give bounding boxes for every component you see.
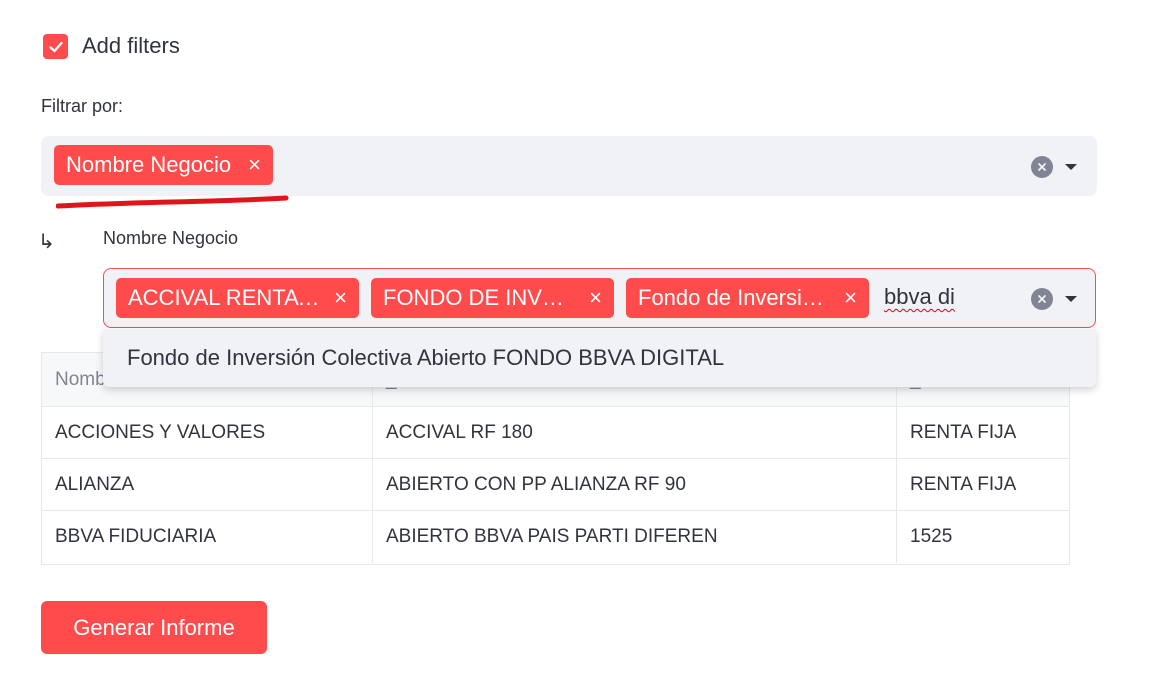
add-filters-checkbox[interactable]	[43, 34, 68, 59]
filter-by-label: Filtrar por:	[41, 96, 124, 116]
table-cell: BBVA FIDUCIARIA	[42, 511, 373, 563]
sub-filter-label: Nombre Negocio	[103, 228, 239, 248]
table-cell: 1525	[910, 526, 953, 547]
tag-label: Fondo de Inversi…	[638, 285, 824, 310]
tag-fondo-de-inve[interactable]: FONDO DE INVE… ×	[371, 278, 614, 318]
table-cell: ABIERTO CON PP ALIANZA RF 90	[373, 459, 897, 510]
tag-remove-icon[interactable]: ×	[236, 154, 261, 176]
tag-remove-icon[interactable]: ×	[322, 287, 347, 309]
typed-text: bbva di	[884, 284, 955, 309]
tag-nombre-negocio[interactable]: Nombre Negocio ×	[54, 145, 273, 185]
tag-fondo-de-inversi[interactable]: Fondo de Inversi… ×	[626, 278, 869, 318]
table-cell: RENTA FIJA	[910, 421, 1017, 443]
add-filters-label[interactable]: Add filters	[82, 33, 180, 59]
red-underline-annotation	[56, 195, 289, 209]
clear-all-icon[interactable]	[1031, 156, 1053, 178]
chevron-down-icon[interactable]	[1065, 164, 1077, 170]
tag-label: Nombre Negocio	[66, 152, 232, 177]
dropdown-option[interactable]: Fondo de Inversión Colectiva Abierto FON…	[103, 329, 1096, 387]
table-row: ALIANZA ABIERTO CON PP ALIANZA RF 90 REN…	[42, 459, 1069, 511]
tag-label: ACCIVAL RENTA …	[128, 285, 323, 310]
generar-informe-button[interactable]: Generar Informe	[41, 601, 267, 654]
tag-remove-icon[interactable]: ×	[832, 287, 857, 309]
tag-accival[interactable]: ACCIVAL RENTA … ×	[116, 278, 359, 318]
sub-filter-arrow-icon: ↳	[38, 231, 55, 253]
chevron-down-icon[interactable]	[1065, 296, 1077, 302]
table-row: BBVA FIDUCIARIA ABIERTO BBVA PAIS PARTI …	[42, 511, 1069, 563]
table-cell: ACCIVAL RF 180	[373, 407, 897, 458]
check-icon	[48, 41, 63, 52]
search-input[interactable]: bbva di	[884, 284, 955, 310]
table-cell: RENTA FIJA	[910, 473, 1017, 495]
table-cell: ALIANZA	[42, 459, 373, 510]
tag-remove-icon[interactable]: ×	[577, 287, 602, 309]
clear-all-icon[interactable]	[1031, 288, 1053, 310]
table-cell: ACCIONES Y VALORES	[42, 407, 373, 458]
table-cell: ABIERTO BBVA PAIS PARTI DIFEREN	[373, 511, 897, 563]
tag-label: FONDO DE INVE…	[383, 285, 578, 310]
table-row: ACCIONES Y VALORES ACCIVAL RF 180 RENTA …	[42, 407, 1069, 459]
filter-by-multiselect[interactable]: Nombre Negocio ×	[41, 136, 1097, 196]
